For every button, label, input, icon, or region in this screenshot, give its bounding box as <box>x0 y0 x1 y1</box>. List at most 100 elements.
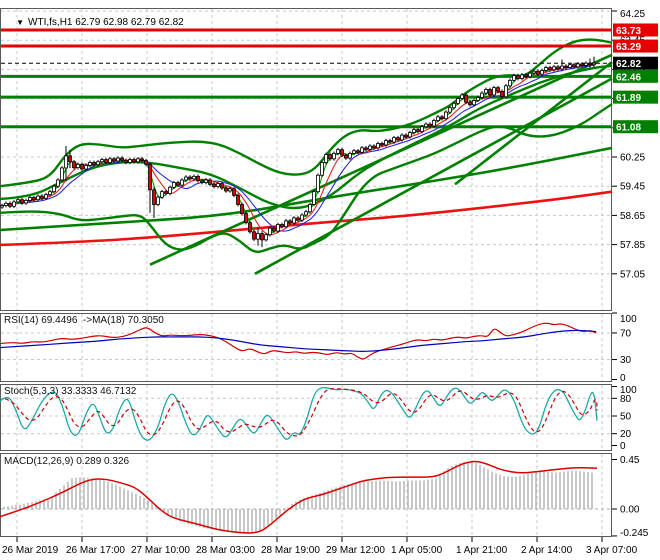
candle-bull <box>180 179 184 186</box>
candle-bull <box>592 62 596 66</box>
candle-bull <box>376 143 380 149</box>
candle-bull <box>52 185 56 193</box>
candle-bull <box>368 145 372 150</box>
candle-bull <box>76 163 80 168</box>
candle-bear <box>428 123 432 127</box>
candle-bear <box>364 147 368 150</box>
candle-bull <box>160 191 164 198</box>
chart-canvas[interactable]: 64.2563.4562.6561.8561.0560.2559.4558.65… <box>0 0 660 560</box>
candle-bull <box>28 197 32 201</box>
candle-bear <box>272 227 276 232</box>
candle-bear <box>372 145 376 149</box>
candle-bull <box>24 200 28 204</box>
candle-bull <box>420 126 424 132</box>
candle-bull <box>12 201 16 207</box>
candle-bull <box>412 129 416 133</box>
candle-bull <box>316 174 320 193</box>
candle-bull <box>336 149 340 154</box>
candle-bear <box>252 231 256 240</box>
candle-bear <box>132 159 136 163</box>
candle-bear <box>224 187 228 192</box>
candle-bull <box>16 199 20 203</box>
candle-bull <box>216 183 220 187</box>
candle-bull <box>44 194 48 199</box>
candle-bear <box>244 213 248 224</box>
candle-bull <box>108 158 112 163</box>
candle-bear <box>144 160 148 165</box>
candle-bull <box>408 132 412 138</box>
candle-bear <box>140 158 144 162</box>
candle-bear <box>564 65 568 68</box>
pane-frame <box>0 8 612 311</box>
candle-bull <box>392 137 396 143</box>
candle-bear <box>296 217 300 221</box>
candle-bull <box>0 205 4 208</box>
candle-bear <box>72 161 76 168</box>
candle-bull <box>448 107 452 113</box>
candle-bear <box>152 189 156 205</box>
candle-bull <box>360 147 364 153</box>
candle-bull <box>544 67 548 71</box>
candle-bull <box>532 70 536 74</box>
candle-bear <box>356 150 360 153</box>
candle-bear <box>8 202 12 207</box>
candle-bull <box>456 98 460 104</box>
candle-bear <box>164 191 168 194</box>
candle-bear <box>176 182 180 186</box>
candle-bull <box>284 220 288 228</box>
candle-bull <box>156 196 160 205</box>
symbol-dropdown-icon[interactable]: ▼ <box>16 18 24 27</box>
candle-bear <box>500 90 504 98</box>
ohlc-values: 62.79 62.98 62.79 62.82 <box>75 17 184 28</box>
candle-bear <box>112 158 116 162</box>
candle-bull <box>352 150 356 154</box>
candle-bear <box>340 149 344 156</box>
candle-bull <box>128 159 132 163</box>
candle-bull <box>552 66 556 71</box>
candle-bear <box>148 163 152 191</box>
candle-bull <box>584 62 588 66</box>
candle-bear <box>120 157 124 161</box>
candle-bull <box>84 164 88 170</box>
candle-bear <box>572 64 576 68</box>
candle-bull <box>432 120 436 127</box>
candle-bull <box>204 179 208 183</box>
candle-bull <box>476 97 480 101</box>
candle-bull <box>520 74 524 79</box>
candle-bear <box>32 197 36 201</box>
candle-bull <box>512 75 516 81</box>
candle-bull <box>436 116 440 121</box>
candle-bear <box>328 154 332 160</box>
candle-bear <box>536 70 540 75</box>
candle-bull <box>4 202 8 206</box>
candle-bull <box>472 100 476 106</box>
candle-bull <box>568 64 572 68</box>
candle-bull <box>400 134 404 141</box>
time-axis-scale[interactable] <box>0 537 612 559</box>
candle-bull <box>88 162 92 166</box>
candle-bear <box>188 176 192 180</box>
candle-bull <box>300 214 304 221</box>
price-axis-scale[interactable] <box>612 8 659 537</box>
candle-bull <box>60 167 64 181</box>
candle-bear <box>548 67 552 71</box>
chart-window: 64.2563.4562.6561.8561.0560.2559.4558.65… <box>0 0 660 560</box>
candle-bear <box>556 66 560 70</box>
candle-bull <box>452 102 456 109</box>
candle-bull <box>560 65 564 70</box>
candle-bull <box>64 155 68 169</box>
candle-bull <box>332 152 336 160</box>
candle-bull <box>264 234 268 241</box>
candle-bull <box>320 162 324 176</box>
candle-bull <box>576 63 580 68</box>
candle-bull <box>480 92 484 98</box>
candle-bull <box>460 94 464 99</box>
candle-bull <box>424 123 428 128</box>
candle-bull <box>48 191 52 195</box>
candle-bear <box>248 222 252 233</box>
candle-bear <box>580 63 584 66</box>
candle-bear <box>232 188 236 196</box>
candle-bull <box>308 204 312 213</box>
candle-bull <box>276 224 280 232</box>
candle-bear <box>196 175 200 182</box>
